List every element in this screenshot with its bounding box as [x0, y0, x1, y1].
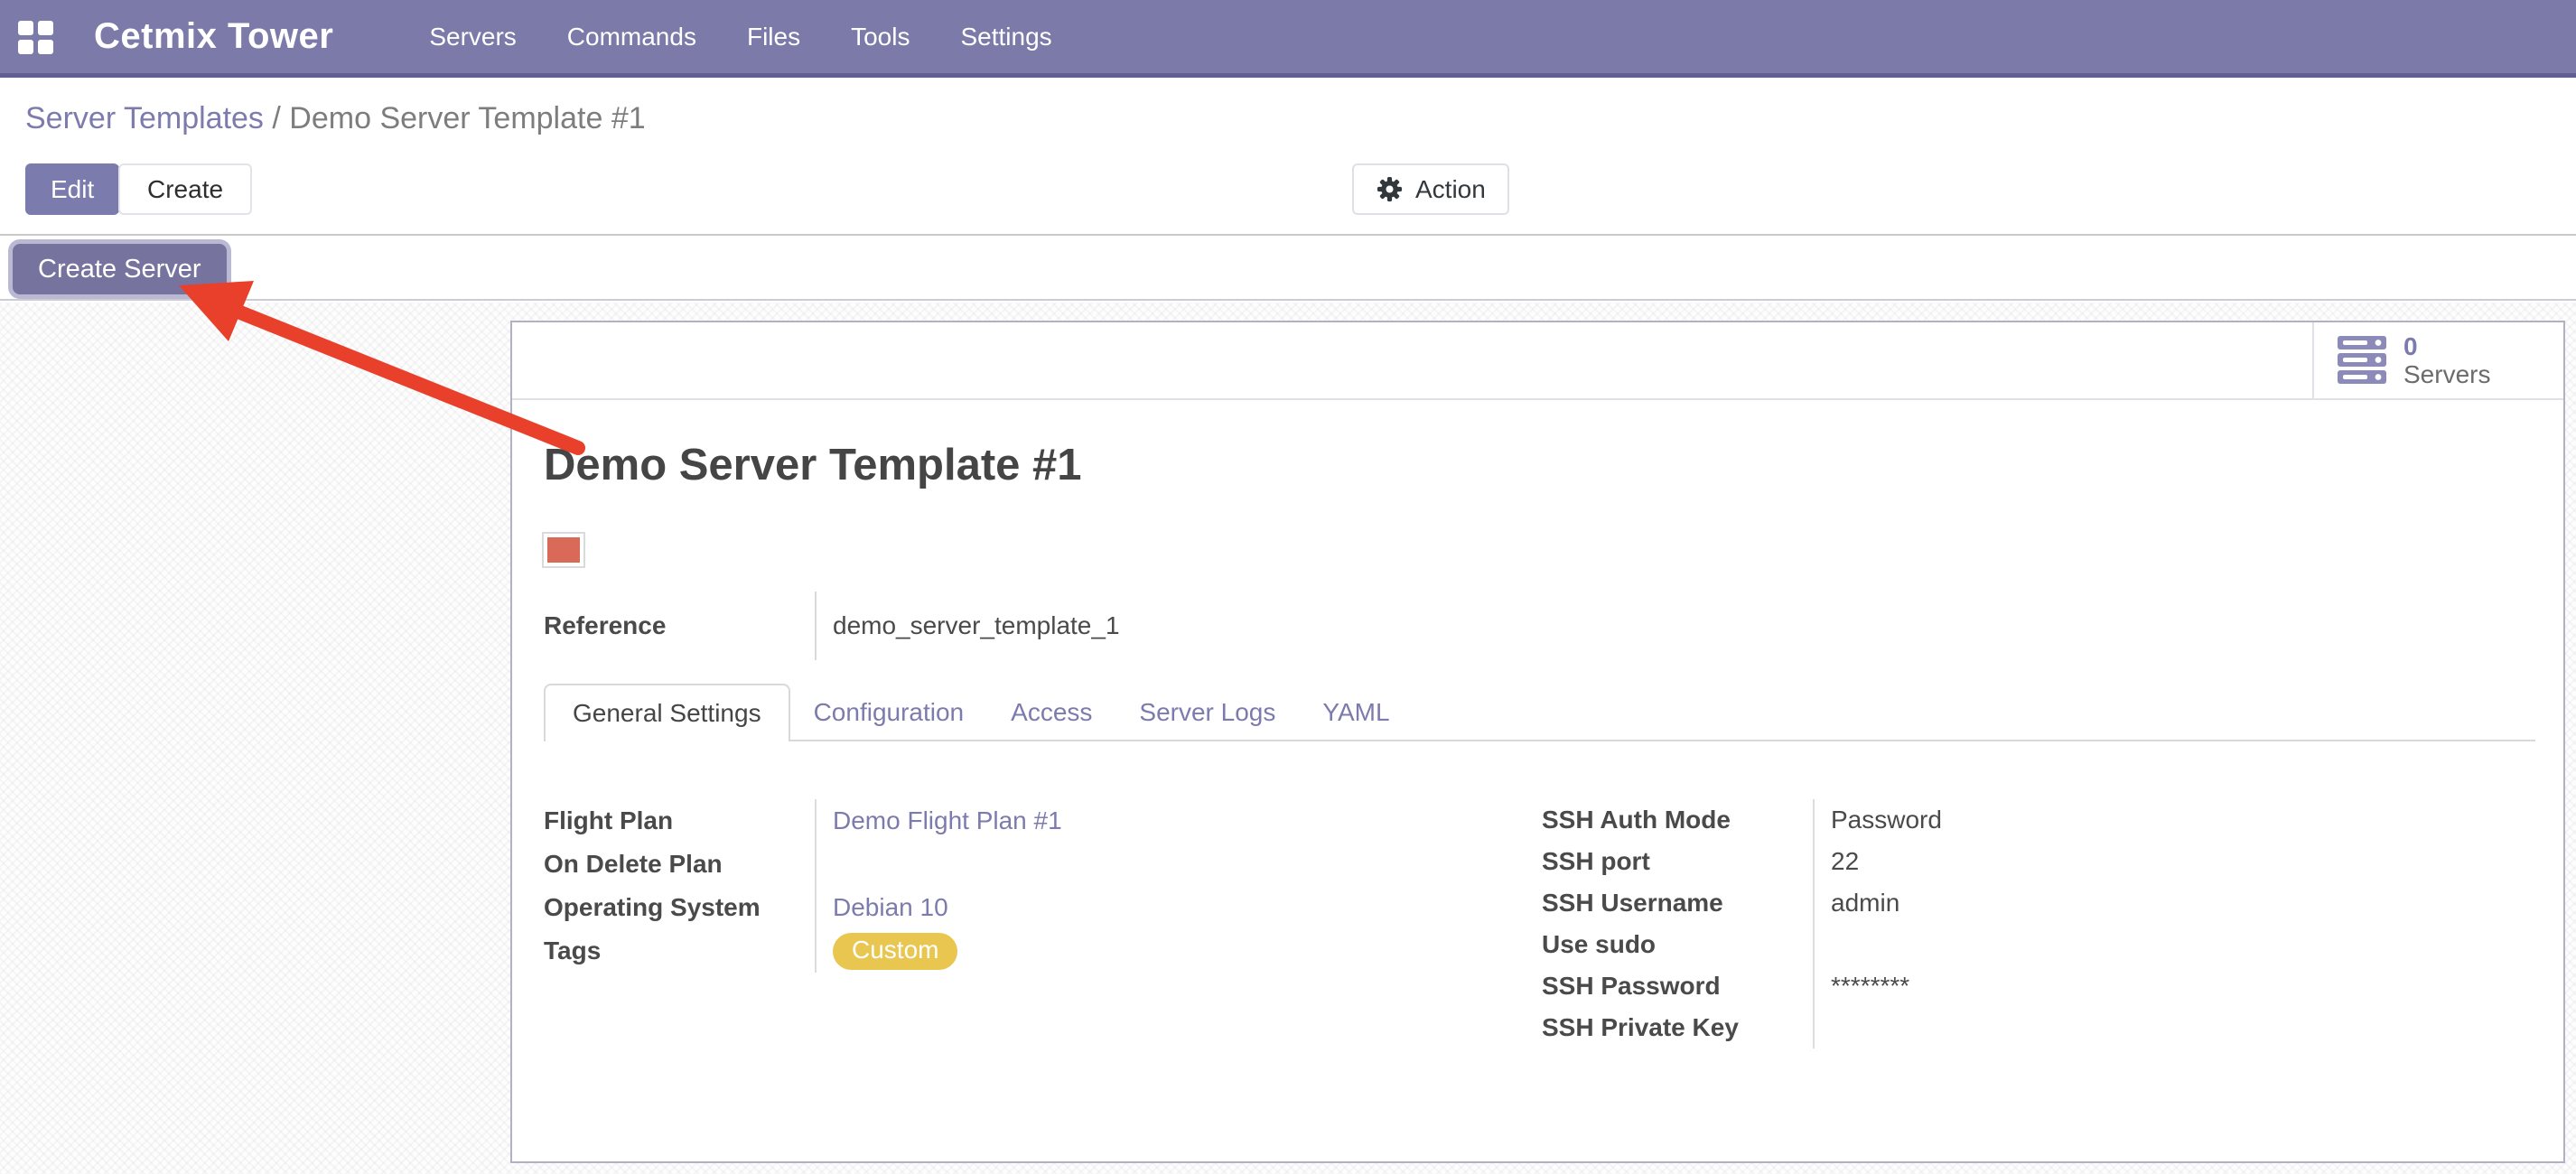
record-title: Demo Server Template #1 [544, 440, 1082, 490]
breadcrumb-parent-link[interactable]: Server Templates [25, 101, 264, 135]
ssh-private-key-label: SSH Private Key [1542, 1013, 1739, 1042]
right-labels-column: SSH Auth Mode SSH port SSH Username Use … [1542, 799, 1813, 1048]
top-navbar: Cetmix Tower Servers Commands Files Tool… [0, 0, 2576, 78]
menu-item-tools[interactable]: Tools [851, 23, 910, 51]
ssh-port-value: 22 [1831, 847, 1859, 876]
tab-access[interactable]: Access [987, 685, 1115, 740]
create-server-button[interactable]: Create Server [13, 244, 227, 294]
main-menu: Servers Commands Files Tools Settings [429, 23, 1051, 51]
breadcrumb: Server Templates / Demo Server Template … [25, 101, 646, 136]
servers-stat-text: 0 Servers [2403, 332, 2490, 389]
left-labels-column: Flight Plan On Delete Plan Operating Sys… [544, 799, 815, 973]
field-group-right: SSH Auth Mode SSH port SSH Username Use … [1542, 799, 2472, 1048]
form-card: 0 Servers Demo Server Template #1 Refere… [510, 321, 2565, 1163]
reference-value: demo_server_template_1 [815, 592, 1266, 660]
ssh-username-label: SSH Username [1542, 889, 1723, 918]
left-values-column: Demo Flight Plan #1 Debian 10 Custom [815, 799, 1501, 973]
reference-row: Reference demo_server_template_1 [544, 592, 1266, 660]
statusbar: Create Server [0, 236, 2576, 301]
ssh-password-label: SSH Password [1542, 972, 1721, 1001]
action-button-label: Action [1415, 175, 1486, 204]
tab-server-logs[interactable]: Server Logs [1115, 685, 1299, 740]
tab-yaml[interactable]: YAML [1299, 685, 1413, 740]
flight-plan-value[interactable]: Demo Flight Plan #1 [833, 806, 1062, 835]
right-values-column: Password 22 admin ******** [1813, 799, 2472, 1048]
notebook-tabs: General Settings Configuration Access Se… [544, 684, 2535, 741]
apps-grid-icon[interactable] [18, 21, 54, 53]
on-delete-plan-label: On Delete Plan [544, 850, 723, 879]
menu-item-commands[interactable]: Commands [567, 23, 696, 51]
field-group-left: Flight Plan On Delete Plan Operating Sys… [544, 799, 1501, 973]
servers-label: Servers [2403, 360, 2490, 388]
operating-system-value[interactable]: Debian 10 [833, 893, 948, 922]
menu-item-servers[interactable]: Servers [429, 23, 516, 51]
create-button[interactable]: Create [118, 163, 252, 215]
gear-icon [1376, 175, 1404, 203]
flight-plan-label: Flight Plan [544, 806, 673, 835]
action-button[interactable]: Action [1352, 163, 1509, 215]
use-sudo-label: Use sudo [1542, 930, 1656, 959]
servers-stack-icon [2338, 336, 2388, 385]
tab-configuration[interactable]: Configuration [790, 685, 988, 740]
ssh-username-value: admin [1831, 889, 1899, 918]
tag-custom[interactable]: Custom [833, 933, 957, 970]
edit-button[interactable]: Edit [25, 163, 119, 215]
menu-item-files[interactable]: Files [747, 23, 800, 51]
tags-label: Tags [544, 936, 601, 965]
menu-item-settings[interactable]: Settings [960, 23, 1051, 51]
ssh-auth-mode-label: SSH Auth Mode [1542, 806, 1731, 834]
operating-system-label: Operating System [544, 893, 761, 922]
breadcrumb-separator: / [272, 101, 289, 135]
breadcrumb-current: Demo Server Template #1 [289, 101, 645, 135]
reference-label: Reference [544, 592, 815, 660]
ssh-auth-mode-value: Password [1831, 806, 1942, 834]
tab-general-settings[interactable]: General Settings [544, 684, 790, 741]
servers-stat-button[interactable]: 0 Servers [2312, 322, 2563, 398]
brand-title[interactable]: Cetmix Tower [94, 16, 333, 57]
color-swatch-red [547, 537, 580, 563]
color-swatch-field[interactable] [542, 532, 585, 568]
servers-count: 0 [2403, 332, 2490, 360]
card-header: 0 Servers [512, 322, 2563, 400]
ssh-port-label: SSH port [1542, 847, 1650, 876]
ssh-password-value: ******** [1831, 972, 1909, 1001]
